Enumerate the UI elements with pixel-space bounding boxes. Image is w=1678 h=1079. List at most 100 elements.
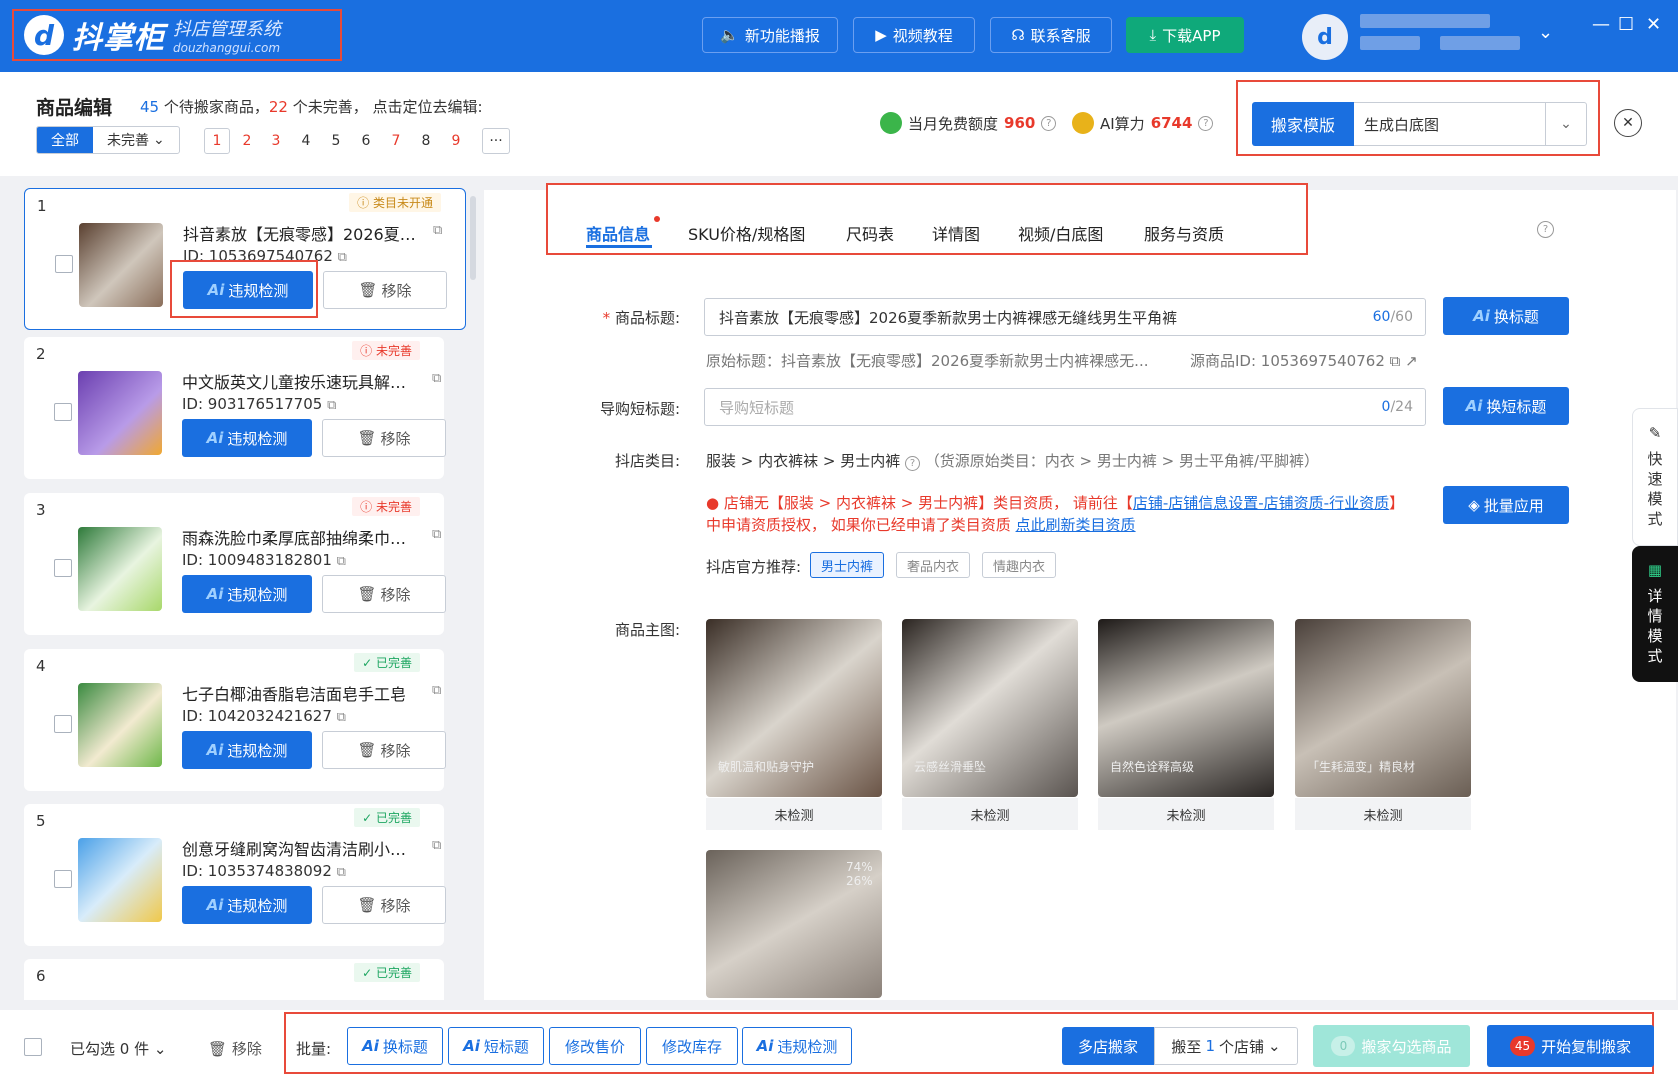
tab-video-white-bg[interactable]: 视频/白底图: [1018, 221, 1103, 245]
product-card[interactable]: 6 ✓ 已完善: [24, 959, 444, 1000]
move-selected-button[interactable]: 0 搬家勾选商品: [1313, 1025, 1470, 1067]
product-card[interactable]: 4 ✓ 已完善 七子白椰油香脂皂洁面皂手工皂 ⧉ ID: 10420324216…: [24, 649, 446, 791]
filter-all[interactable]: 全部: [37, 127, 93, 153]
copy-icon[interactable]: ⧉: [432, 838, 441, 853]
external-link-icon: ↗: [1405, 352, 1418, 370]
short-title-input[interactable]: 导购短标题 0/24: [704, 388, 1426, 426]
page-5[interactable]: 5: [323, 128, 349, 154]
multi-store-button[interactable]: 多店搬家: [1062, 1027, 1154, 1065]
main-image[interactable]: 「生耗温变」精良材: [1295, 619, 1471, 797]
video-tutorial-button[interactable]: ▶ 视频教程: [853, 17, 975, 53]
violation-detect-button[interactable]: Ai 违规检测: [182, 575, 312, 613]
list-scrollbar[interactable]: [470, 196, 476, 280]
product-checkbox[interactable]: [54, 559, 72, 577]
account-dropdown-icon[interactable]: ⌄: [1538, 22, 1553, 43]
ai-power-icon: [1072, 112, 1094, 134]
change-short-title-button[interactable]: Ai 换短标题: [1443, 387, 1569, 425]
blurred-info: [1440, 36, 1520, 50]
footer-remove-button[interactable]: 🗑 移除: [208, 1038, 262, 1059]
quick-mode-button[interactable]: ✎ 快速模式: [1632, 408, 1678, 546]
status-badge: ✓ 已完善: [354, 963, 420, 982]
chevron-down-icon[interactable]: ⌄: [1545, 102, 1587, 146]
remove-button[interactable]: 🗑 移除: [323, 271, 447, 309]
batch-stock-button[interactable]: 修改库存: [646, 1027, 738, 1065]
page-8[interactable]: 8: [413, 128, 439, 154]
batch-violation-detect-button[interactable]: Ai 违规检测: [742, 1027, 852, 1065]
main-image[interactable]: 自然色诠释高级: [1098, 619, 1274, 797]
refresh-qualification-link[interactable]: 点此刷新类目资质: [1016, 516, 1136, 534]
recommend-tag[interactable]: 男士内裤: [810, 552, 885, 578]
help-icon[interactable]: ?: [1198, 115, 1214, 131]
status-badge: ✓ 已完善: [354, 808, 420, 827]
user-avatar[interactable]: d: [1302, 14, 1348, 60]
page-3[interactable]: 3: [263, 128, 289, 154]
main-image[interactable]: 敏肌温和贴身守护: [706, 619, 882, 797]
page-title: 商品编辑: [36, 97, 113, 119]
product-checkbox[interactable]: [54, 715, 72, 733]
batch-price-button[interactable]: 修改售价: [549, 1027, 641, 1065]
batch-short-title-button[interactable]: Ai 短标题: [448, 1027, 544, 1065]
detail-mode-button[interactable]: ▦ 详情模式: [1632, 546, 1678, 682]
page-7[interactable]: 7: [383, 128, 409, 154]
change-title-button[interactable]: Ai 换标题: [1443, 297, 1569, 335]
tab-sku-price[interactable]: SKU价格/规格图: [688, 221, 805, 245]
main-image[interactable]: 74% 26%: [706, 850, 882, 998]
copy-icon[interactable]: ⧉: [432, 683, 441, 698]
remove-button[interactable]: 🗑 移除: [322, 419, 446, 457]
page-6[interactable]: 6: [353, 128, 379, 154]
tab-product-info[interactable]: 商品信息: [586, 221, 650, 245]
new-features-button[interactable]: 🔈 新功能播报: [702, 17, 838, 53]
product-card[interactable]: 2 ⓘ 未完善 中文版英文儿童按乐速玩具解压玩具 ⧉ ID: 903176517…: [24, 337, 446, 479]
selected-count[interactable]: 已勾选 0 件 ⌄: [70, 1038, 166, 1059]
copy-icon[interactable]: ⧉: [432, 527, 441, 542]
maximize-icon[interactable]: ☐: [1618, 14, 1634, 35]
main-image[interactable]: 云感丝滑垂坠: [902, 619, 1078, 797]
close-icon[interactable]: ✕: [1614, 109, 1642, 137]
trash-icon: 🗑: [208, 1040, 228, 1058]
product-card[interactable]: 3 ⓘ 未完善 雨森洗脸巾柔厚底部抽绵柔巾洁面巾 ⧉ ID: 100948318…: [24, 493, 446, 635]
trash-icon: 🗑: [357, 741, 377, 759]
tab-size-chart[interactable]: 尺码表: [846, 221, 894, 245]
batch-change-title-button[interactable]: Ai 换标题: [347, 1027, 443, 1065]
copy-icon: ⧉: [327, 398, 337, 413]
download-app-button[interactable]: ⤓ 下载APP: [1126, 17, 1244, 53]
violation-detect-button[interactable]: Ai 违规检测: [182, 419, 312, 457]
image-status: 未检测: [1295, 798, 1471, 830]
contact-support-button[interactable]: ☊ 联系客服: [990, 17, 1112, 53]
template-label: 搬家模版: [1252, 102, 1354, 146]
batch-apply-button[interactable]: ◈ 批量应用: [1443, 486, 1569, 524]
page-4[interactable]: 4: [293, 128, 319, 154]
minimize-icon[interactable]: —: [1592, 14, 1610, 35]
close-window-icon[interactable]: ✕: [1646, 14, 1661, 35]
page-9[interactable]: 9: [443, 128, 469, 154]
product-checkbox[interactable]: [54, 403, 72, 421]
help-icon[interactable]: ?: [1537, 221, 1554, 238]
filter-incomplete[interactable]: 未完善 ⌄: [93, 127, 179, 153]
template-select[interactable]: 生成白底图: [1354, 102, 1546, 146]
start-copy-move-button[interactable]: 45 开始复制搬家: [1487, 1025, 1654, 1067]
page-1[interactable]: 1: [204, 128, 230, 154]
remove-button[interactable]: 🗑 移除: [322, 731, 446, 769]
product-thumbnail: [78, 838, 162, 922]
blurred-username: [1360, 14, 1490, 28]
product-title-input[interactable]: 抖音素放【无痕零感】2026夏季新款男士内裤裸感无缝线男生平角裤 60/60: [704, 298, 1426, 336]
select-all-checkbox[interactable]: [24, 1038, 42, 1056]
tab-service-qualification[interactable]: 服务与资质: [1144, 221, 1224, 245]
copy-icon[interactable]: ⧉: [432, 371, 441, 386]
tab-detail-images[interactable]: 详情图: [932, 221, 980, 245]
qualification-settings-link[interactable]: 店铺-店铺信息设置-店铺资质-行业资质: [1133, 494, 1389, 512]
product-card[interactable]: 5 ✓ 已完善 创意牙缝刷窝沟智齿清洁刷小头牙刷 ⧉ ID: 103537483…: [24, 804, 446, 946]
violation-detect-button[interactable]: Ai 违规检测: [182, 886, 312, 924]
store-count-select[interactable]: 搬至 1 个店铺 ⌄: [1154, 1027, 1298, 1065]
product-checkbox[interactable]: [54, 870, 72, 888]
page-more-button[interactable]: ···: [482, 128, 510, 154]
remove-button[interactable]: 🗑 移除: [322, 575, 446, 613]
help-icon[interactable]: ?: [1041, 115, 1057, 131]
copy-icon[interactable]: ⧉: [433, 223, 442, 238]
recommend-tag[interactable]: 奢品内衣: [896, 552, 971, 578]
product-checkbox[interactable]: [55, 255, 73, 273]
violation-detect-button[interactable]: Ai 违规检测: [182, 731, 312, 769]
remove-button[interactable]: 🗑 移除: [322, 886, 446, 924]
page-2[interactable]: 2: [234, 128, 260, 154]
recommend-tag[interactable]: 情趣内衣: [982, 552, 1057, 578]
